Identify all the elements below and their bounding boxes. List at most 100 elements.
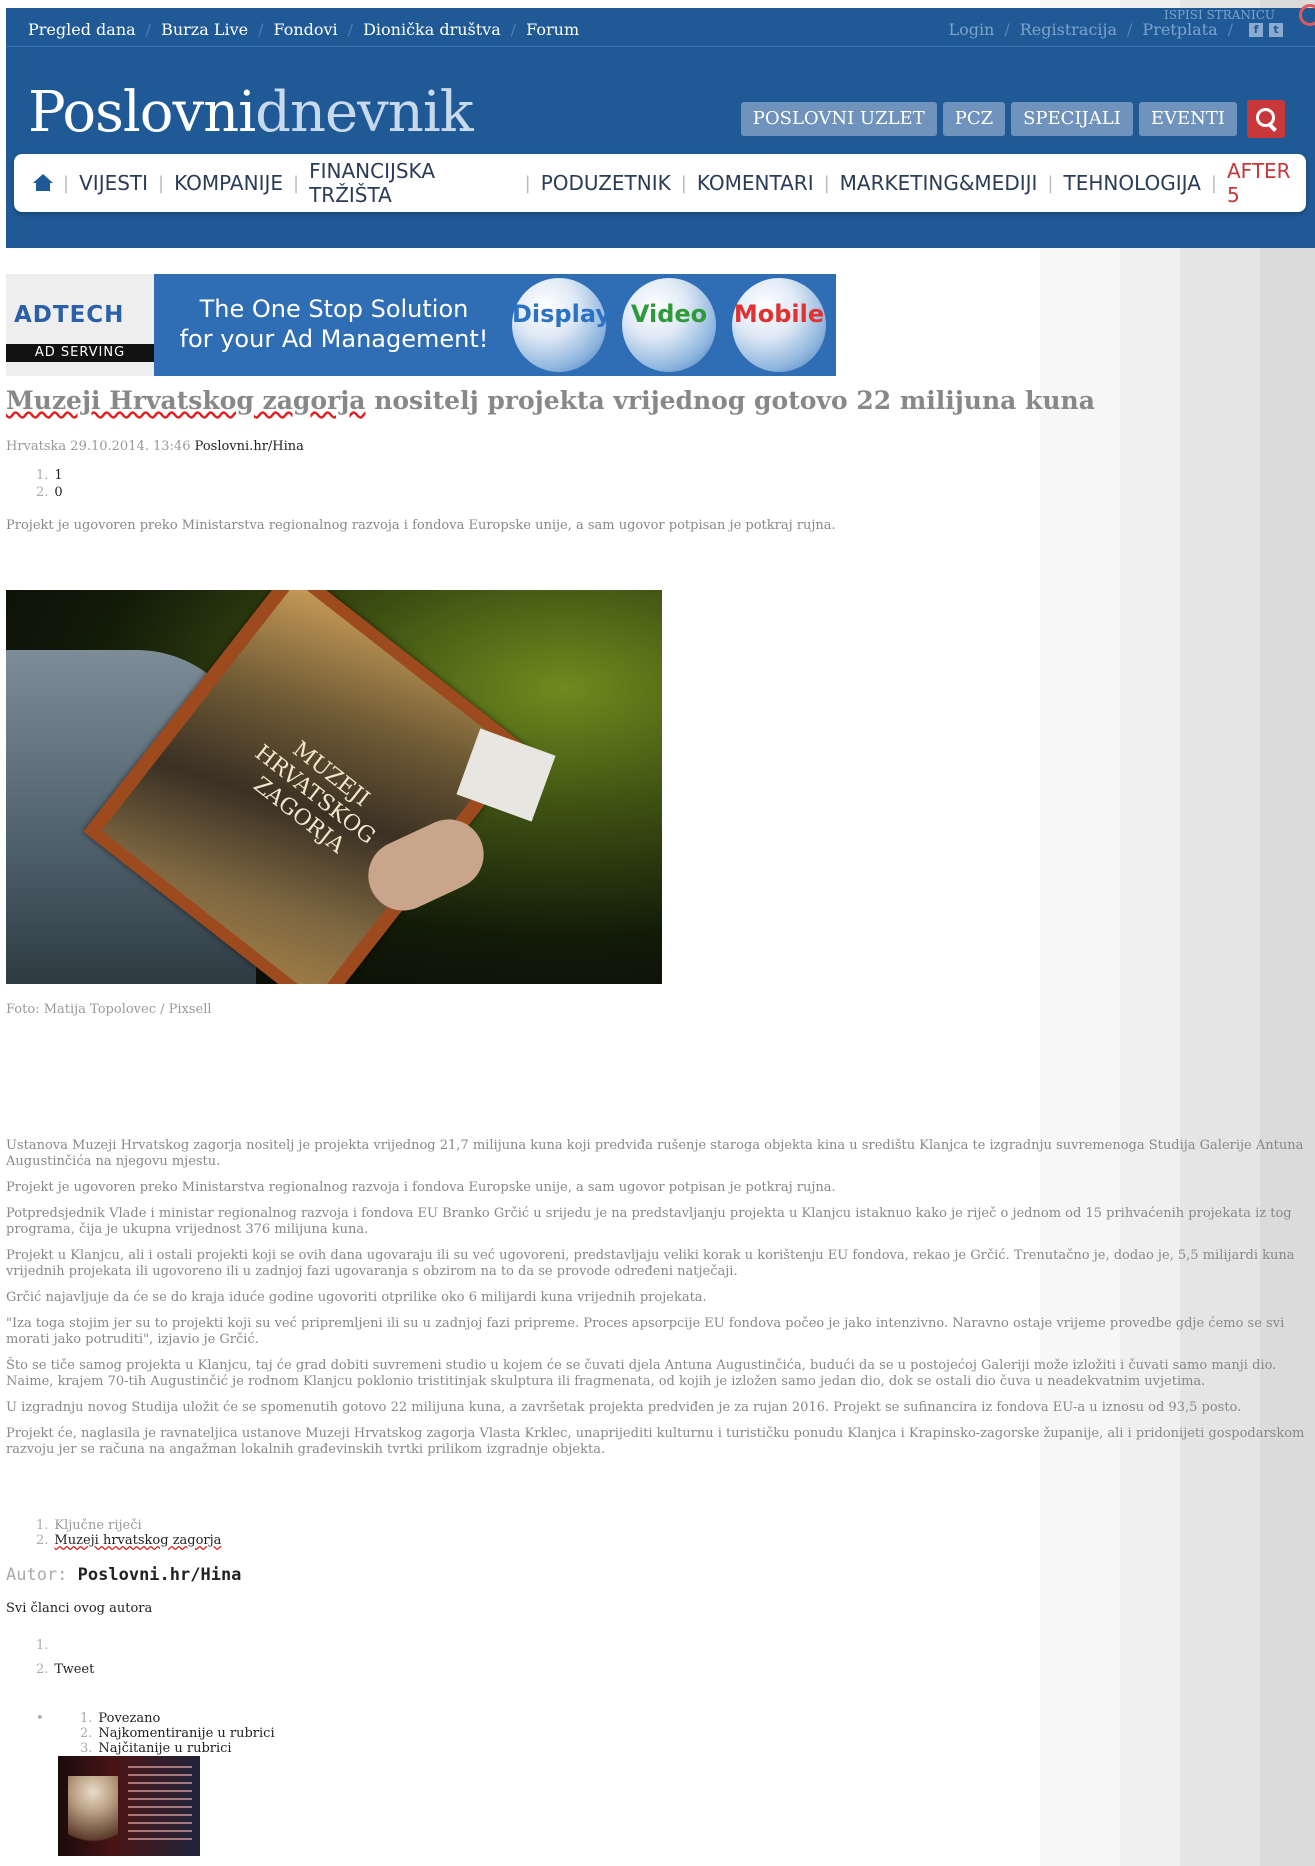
pcz-button[interactable]: PCZ xyxy=(942,102,1006,136)
divider: | xyxy=(680,172,687,194)
register-link[interactable]: Registracija xyxy=(1020,20,1117,39)
divider: | xyxy=(158,172,165,194)
comment-count[interactable]: 2. 0 xyxy=(36,485,1306,500)
top-link-pregled-dana[interactable]: Pregled dana xyxy=(28,20,136,39)
author-name[interactable]: Poslovni.hr/Hina xyxy=(78,1565,242,1585)
main-nav: | VIJESTI | KOMPANIJE | FINANCIJSKA TRŽI… xyxy=(14,154,1306,212)
divider: / xyxy=(1227,20,1233,39)
paragraph: Ustanova Muzeji Hrvatskog zagorja nosite… xyxy=(6,1138,1304,1169)
share-item[interactable]: 1. xyxy=(36,1638,94,1654)
tab-najcitanije[interactable]: 3. Najčitanije u rubrici xyxy=(80,1741,275,1756)
top-link-burza-live[interactable]: Burza Live xyxy=(161,20,248,39)
divider: | xyxy=(1210,172,1217,194)
search-button[interactable] xyxy=(1247,100,1285,138)
divider: / xyxy=(145,19,152,39)
account-links: Login / Registracija / Pretplata / f t xyxy=(948,20,1283,39)
divider: | xyxy=(1047,172,1054,194)
thumbnail-figure xyxy=(68,1776,118,1856)
paragraph: Projekt je ugovoren preko Ministarstva r… xyxy=(6,1180,836,1195)
ad-mobile-ball: Mobile xyxy=(732,278,826,372)
tweet-button[interactable]: 2. Tweet xyxy=(36,1662,94,1678)
article-body: Ustanova Muzeji Hrvatskog zagorja nosite… xyxy=(6,1138,1311,1468)
eventi-button[interactable]: EVENTI xyxy=(1138,102,1237,136)
article-source[interactable]: Poslovni.hr/Hina xyxy=(195,439,304,454)
article-lead: Projekt je ugovoren preko Ministarstva r… xyxy=(6,518,836,533)
divider: | xyxy=(823,172,830,194)
twitter-icon[interactable]: t xyxy=(1269,22,1283,37)
keyword-list: 1. Ključne riječi 2. Muzeji hrvatskog zago… xyxy=(6,1518,221,1548)
nav-komentari[interactable]: KOMENTARI xyxy=(697,171,814,195)
divider: | xyxy=(524,172,531,194)
ad-slogan: The One Stop Solution for your Ad Manage… xyxy=(174,294,494,354)
like-count[interactable]: 1. 1 xyxy=(36,468,1306,483)
specijali-button[interactable]: SPECIJALI xyxy=(1011,102,1133,136)
title-keyword[interactable]: Muzeji Hrvatskog zagorja xyxy=(6,386,366,415)
site-logo[interactable]: Poslovnidnevnik xyxy=(28,80,474,145)
paragraph: Projekt će, naglasila je ravnateljica us… xyxy=(6,1426,1305,1457)
top-link-dionicka-drustva[interactable]: Dionička društva xyxy=(363,20,501,39)
related-thumbnail[interactable] xyxy=(58,1756,200,1856)
bullet: • xyxy=(36,1711,44,1726)
logo-second: dnevnik xyxy=(255,80,474,145)
article-title: Muzeji Hrvatskog zagorja nositelj projek… xyxy=(6,386,1306,415)
ad-line-2: for your Ad Management! xyxy=(179,325,489,353)
nav-after-5[interactable]: AFTER 5 xyxy=(1227,159,1306,207)
ad-sub: AD SERVING xyxy=(6,344,154,362)
paragraph: Projekt u Klanjcu, ali i ostali projekti… xyxy=(6,1248,1295,1279)
nav-poduzetnik[interactable]: PODUZETNIK xyxy=(541,171,671,195)
tab-povezano[interactable]: 1. Povezano xyxy=(80,1711,275,1726)
paragraph: Grčić najavljuje da će se do kraja iduće… xyxy=(6,1290,707,1305)
all-author-articles-link[interactable]: Svi članci ovog autora xyxy=(6,1601,152,1616)
poslovni-uzlet-button[interactable]: POSLOVNI UZLET xyxy=(740,102,937,136)
photo-caption: Foto: Matija Topolovec / Pixsell xyxy=(6,1002,212,1017)
divider: / xyxy=(1127,20,1133,39)
thumbnail-labels xyxy=(128,1766,192,1846)
ad-display-ball: Display xyxy=(512,278,611,372)
related-tabs: • 1. Povezano 2. Najkomentiranije u rubric… xyxy=(36,1711,275,1756)
ad-video-ball: Video xyxy=(622,278,716,372)
subscribe-link[interactable]: Pretplata xyxy=(1142,20,1217,39)
article-meta: Hrvatska 29.10.2014. 13:46 Poslovni.hr/H… xyxy=(6,439,1306,454)
keywords-label: 1. Ključne riječi xyxy=(36,1518,142,1533)
divider: | xyxy=(63,172,70,194)
nav-vijesti[interactable]: VIJESTI xyxy=(79,171,148,195)
nav-financijska-trzista[interactable]: FINANCIJSKA TRŽIŠTA xyxy=(309,159,515,207)
facebook-icon[interactable]: f xyxy=(1249,22,1263,37)
google-plus-icon[interactable] xyxy=(1299,4,1315,26)
header-buttons: POSLOVNI UZLET PCZ SPECIJALI EVENTI xyxy=(740,100,1285,138)
paragraph: Što se tiče samog projekta u Klanjcu, ta… xyxy=(6,1358,1277,1389)
site-header: Pregled dana / Burza Live / Fondovi / Di… xyxy=(6,4,1315,248)
divider xyxy=(6,46,1315,47)
tab-najkomentiranije[interactable]: 2. Najkomentiranije u rubrici xyxy=(80,1726,275,1741)
paragraph: "Iza toga stojim jer su to projekti koji… xyxy=(6,1316,1285,1347)
login-link[interactable]: Login xyxy=(948,20,994,39)
top-link-fondovi[interactable]: Fondovi xyxy=(273,20,337,39)
ad-line-1: The One Stop Solution xyxy=(199,295,469,323)
share-list: 1. 2. Tweet xyxy=(6,1638,94,1686)
page: Pregled dana / Burza Live / Fondovi / Di… xyxy=(6,4,1315,1856)
author-line: Autor: Poslovni.hr/Hina xyxy=(6,1565,241,1585)
article-date: Hrvatska 29.10.2014. 13:46 xyxy=(6,439,195,454)
title-rest: nositelj projekta vrijednog gotovo 22 mi… xyxy=(365,386,1095,415)
ad-brand: ADTECH xyxy=(14,302,125,328)
nav-tehnologija[interactable]: TEHNOLOGIJA xyxy=(1064,171,1201,195)
divider: / xyxy=(258,19,264,39)
article-header: Muzeji Hrvatskog zagorja nositelj projek… xyxy=(6,386,1306,533)
ad-logo-panel: ADTECH AD SERVING xyxy=(6,274,154,376)
author-label: Autor: xyxy=(6,1565,78,1585)
paragraph: Potpredsjednik Vlade i ministar regional… xyxy=(6,1206,1292,1237)
ad-banner[interactable]: ADTECH AD SERVING The One Stop Solution … xyxy=(6,274,836,376)
search-icon-handle xyxy=(1267,122,1277,132)
nav-marketing-mediji[interactable]: MARKETING&MEDIJI xyxy=(840,171,1038,195)
paragraph: U izgradnju novog Studija uložit će se s… xyxy=(6,1400,1242,1415)
divider: | xyxy=(293,172,300,194)
divider: / xyxy=(1004,20,1010,39)
divider: / xyxy=(510,19,517,39)
keyword-tag[interactable]: 2. Muzeji hrvatskog zagorja xyxy=(36,1533,221,1548)
article-photo: MUZEJI HRVATSKOG ZAGORJA xyxy=(6,590,662,984)
logo-first: Poslovni xyxy=(28,80,256,145)
top-links: Pregled dana / Burza Live / Fondovi / Di… xyxy=(28,16,579,42)
home-icon[interactable] xyxy=(32,174,53,192)
top-link-forum[interactable]: Forum xyxy=(526,20,579,39)
nav-kompanije[interactable]: KOMPANIJE xyxy=(174,171,283,195)
